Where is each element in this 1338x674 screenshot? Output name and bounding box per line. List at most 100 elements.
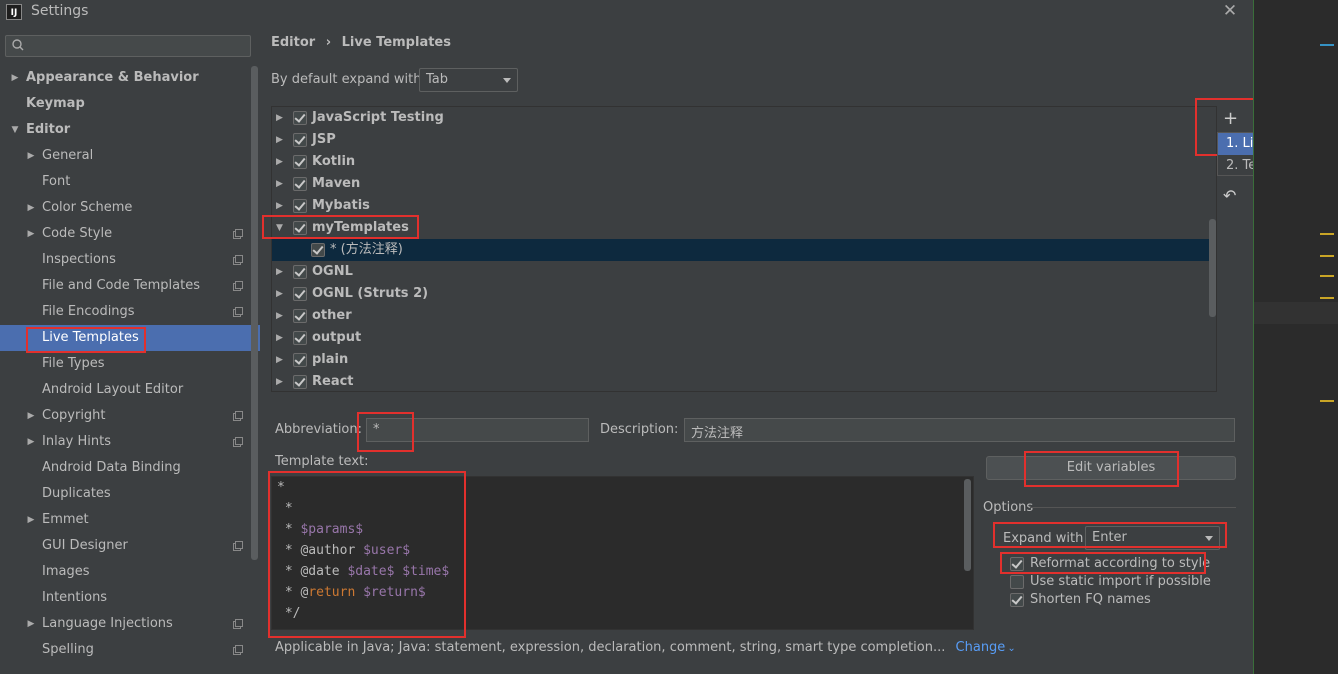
sidebar-item-file-code-templates[interactable]: File and Code Templates	[0, 273, 250, 299]
expand-arrow-icon[interactable]: ▶	[276, 129, 283, 151]
tree-row[interactable]: ▶ plain	[272, 349, 1217, 371]
expand-arrow-icon[interactable]: ▶	[10, 65, 20, 91]
undo-icon[interactable]: ↶	[1223, 186, 1236, 205]
reformat-checkbox[interactable]	[1010, 557, 1024, 571]
expand-arrow-icon[interactable]: ▶	[276, 305, 283, 327]
checkbox[interactable]	[293, 287, 307, 301]
expand-arrow-icon[interactable]: ▶	[276, 195, 283, 217]
expand-arrow-icon[interactable]: ▶	[26, 195, 36, 221]
sidebar-item-inspections[interactable]: Inspections	[0, 247, 250, 273]
checkbox[interactable]	[293, 177, 307, 191]
tree-row[interactable]: ▶ output	[272, 327, 1217, 349]
sidebar-item-android-layout-editor[interactable]: Android Layout Editor	[0, 377, 250, 403]
sidebar-item-code-style[interactable]: ▶ Code Style	[0, 221, 250, 247]
expand-arrow-icon[interactable]: ▶	[276, 107, 283, 129]
sidebar-item-appearance[interactable]: ▶ Appearance & Behavior	[0, 65, 250, 91]
breadcrumb: Editor › Live Templates	[271, 35, 451, 50]
expand-arrow-icon[interactable]: ▶	[26, 143, 36, 169]
checkbox[interactable]	[293, 353, 307, 367]
sidebar-item-copyright[interactable]: ▶ Copyright	[0, 403, 250, 429]
checkbox[interactable]	[293, 265, 307, 279]
static-import-checkbox[interactable]	[1010, 575, 1024, 589]
applicable-context: Applicable in Java; Java: statement, exp…	[275, 640, 1016, 655]
project-scope-icon	[233, 255, 243, 265]
collapse-arrow-icon[interactable]: ▼	[10, 117, 20, 143]
expand-arrow-icon[interactable]: ▶	[26, 429, 36, 455]
expand-select[interactable]: Tab	[419, 68, 518, 92]
expand-with-select[interactable]: Enter	[1085, 526, 1220, 550]
sidebar-item-file-encodings[interactable]: File Encodings	[0, 299, 250, 325]
change-link[interactable]: Change	[956, 640, 1006, 655]
static-import-option[interactable]: Use static import if possible	[1010, 574, 1230, 592]
tree-row[interactable]: ▶ JSP	[272, 129, 1217, 151]
sidebar-item-language-injections[interactable]: ▶ Language Injections	[0, 611, 250, 637]
sidebar-item-live-templates[interactable]: Live Templates	[0, 325, 260, 351]
sidebar-scrollbar[interactable]	[251, 66, 258, 560]
edit-variables-button[interactable]: Edit variables	[986, 456, 1236, 480]
tree-row-template-item[interactable]: * (方法注释)	[272, 239, 1217, 261]
tree-row[interactable]: ▶ other	[272, 305, 1217, 327]
expand-arrow-icon[interactable]: ▶	[26, 611, 36, 637]
description-field[interactable]: 方法注释	[684, 418, 1235, 442]
sidebar-item-images[interactable]: Images	[0, 559, 250, 585]
sidebar-item-gui-designer[interactable]: GUI Designer	[0, 533, 250, 559]
checkbox[interactable]	[311, 243, 325, 257]
expand-arrow-icon[interactable]: ▶	[276, 151, 283, 173]
expand-arrow-icon[interactable]: ▶	[276, 371, 283, 393]
sidebar-item-spelling[interactable]: Spelling	[0, 637, 250, 663]
tree-row[interactable]: ▶ OGNL (Struts 2)	[272, 283, 1217, 305]
sidebar-item-file-types[interactable]: File Types	[0, 351, 250, 377]
tree-row[interactable]: ▶ OGNL	[272, 261, 1217, 283]
editor-scrollbar[interactable]	[964, 479, 971, 571]
checkbox[interactable]	[293, 221, 307, 235]
expand-arrow-icon[interactable]: ▶	[276, 173, 283, 195]
checkbox[interactable]	[293, 155, 307, 169]
tree-row[interactable]: ▶ Mybatis	[272, 195, 1217, 217]
checkbox[interactable]	[293, 331, 307, 345]
expand-arrow-icon[interactable]: ▶	[26, 403, 36, 429]
sidebar-item-editor[interactable]: ▼ Editor	[0, 117, 250, 143]
checkbox[interactable]	[293, 375, 307, 389]
checkbox[interactable]	[293, 309, 307, 323]
expand-arrow-icon[interactable]: ▶	[276, 349, 283, 371]
tree-scrollbar[interactable]	[1209, 219, 1216, 317]
template-text-editor[interactable]: * * * $params$ * @author $user$ * @date …	[271, 476, 974, 630]
shorten-fq-option[interactable]: Shorten FQ names	[1010, 592, 1230, 610]
sidebar-item-emmet[interactable]: ▶ Emmet	[0, 507, 250, 533]
sidebar-item-general[interactable]: ▶ General	[0, 143, 250, 169]
tree-row-mytemplates[interactable]: ▼ myTemplates	[272, 217, 1217, 239]
sidebar-item-inlay-hints[interactable]: ▶ Inlay Hints	[0, 429, 250, 455]
add-icon[interactable]: +	[1223, 108, 1238, 129]
abbreviation-label: Abbreviation:	[275, 422, 363, 437]
sidebar-item-font[interactable]: Font	[0, 169, 250, 195]
settings-sidebar: ▶ Appearance & Behavior Keymap ▼ Editor ▶ G…	[0, 24, 260, 674]
shorten-fq-label: Shorten FQ names	[1030, 592, 1151, 607]
close-icon[interactable]: ✕	[1220, 0, 1240, 22]
checkbox[interactable]	[293, 199, 307, 213]
sidebar-item-duplicates[interactable]: Duplicates	[0, 481, 250, 507]
tree-row[interactable]: ▶ Kotlin	[272, 151, 1217, 173]
expand-arrow-icon[interactable]: ▶	[26, 507, 36, 533]
sidebar-item-android-data-binding[interactable]: Android Data Binding	[0, 455, 250, 481]
expand-arrow-icon[interactable]: ▶	[276, 327, 283, 349]
sidebar-item-intentions[interactable]: Intentions	[0, 585, 250, 611]
checkbox[interactable]	[293, 133, 307, 147]
tree-row[interactable]: ▶ Maven	[272, 173, 1217, 195]
expand-arrow-icon[interactable]: ▶	[26, 221, 36, 247]
reformat-option[interactable]: Reformat according to style	[1010, 556, 1230, 574]
expand-arrow-icon[interactable]: ▶	[276, 283, 283, 305]
template-tree[interactable]: ▶ JavaScript Testing ▶ JSP ▶ Kotlin ▶ Maven …	[271, 106, 1217, 392]
sidebar-item-color-scheme[interactable]: ▶ Color Scheme	[0, 195, 250, 221]
code-line: *	[277, 480, 285, 495]
tree-row[interactable]: ▶ React	[272, 371, 1217, 393]
expand-arrow-icon[interactable]: ▶	[276, 261, 283, 283]
checkbox[interactable]	[293, 111, 307, 125]
reformat-label: Reformat according to style	[1030, 556, 1211, 571]
collapse-arrow-icon[interactable]: ▼	[276, 217, 283, 239]
sidebar-item-keymap[interactable]: Keymap	[0, 91, 250, 117]
search-input[interactable]	[5, 35, 251, 57]
project-scope-icon	[233, 229, 243, 239]
shorten-fq-checkbox[interactable]	[1010, 593, 1024, 607]
tree-row[interactable]: ▶ JavaScript Testing	[272, 107, 1217, 129]
abbreviation-field[interactable]: *	[366, 418, 589, 442]
